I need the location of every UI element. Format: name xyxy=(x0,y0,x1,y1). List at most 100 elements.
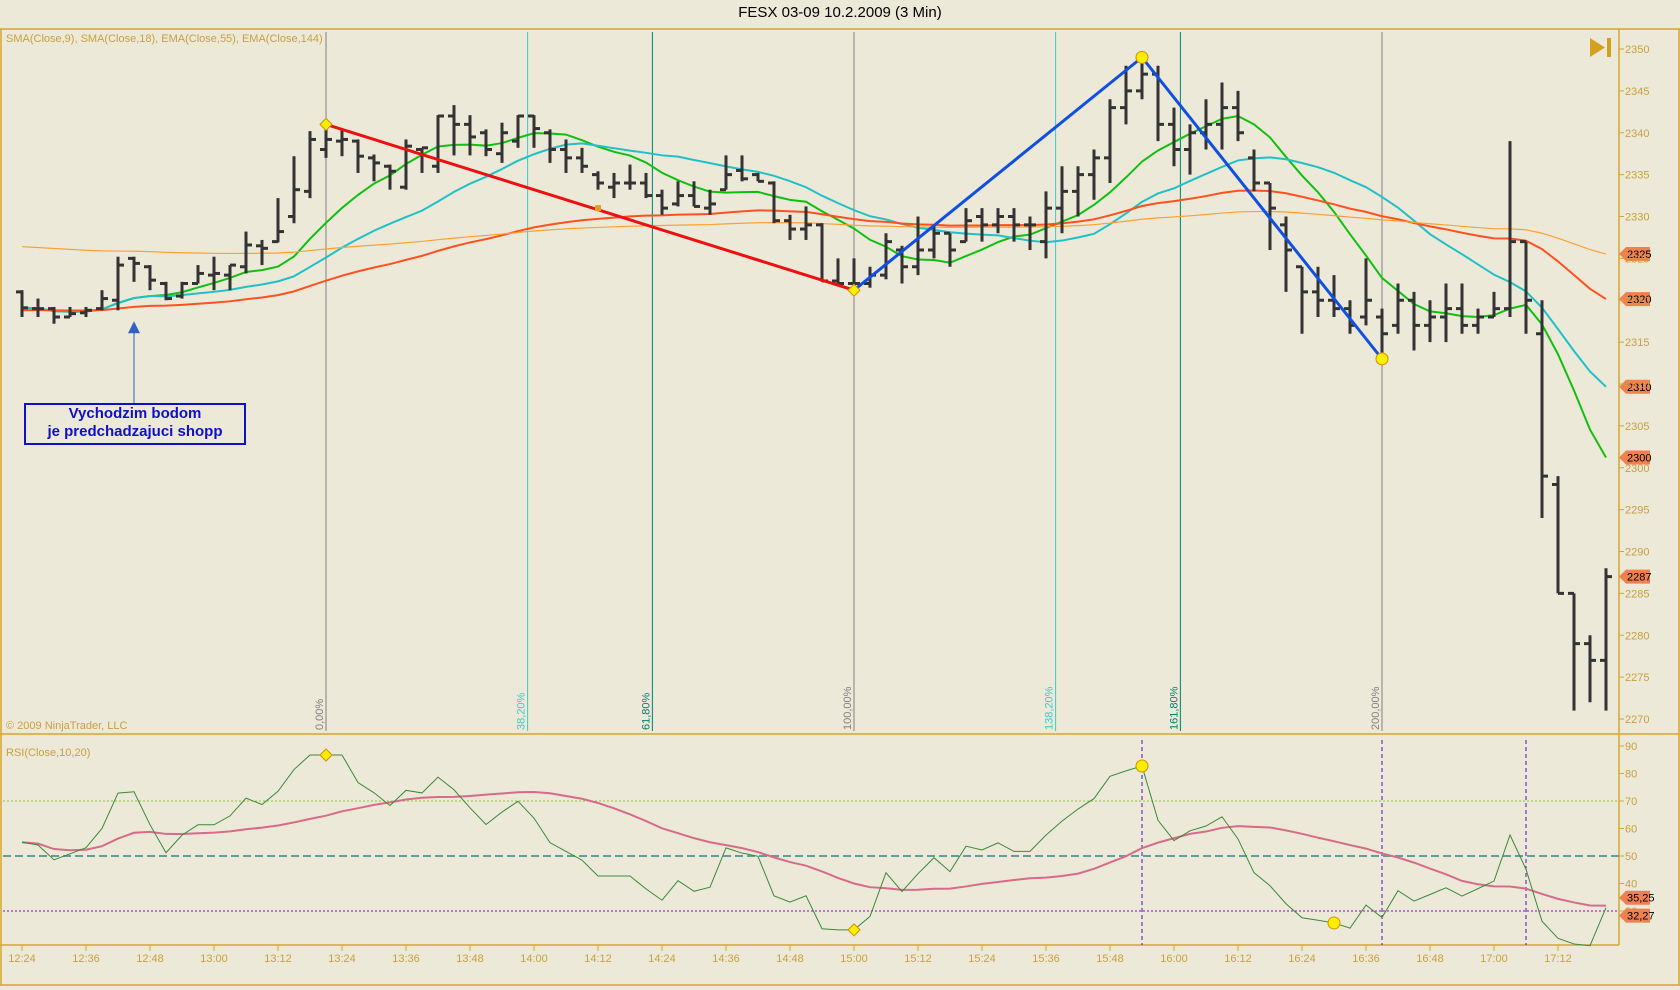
ohlc-bar xyxy=(480,129,492,157)
price-tick-label: 2310 xyxy=(1625,379,1649,391)
annotation-line1: Vychodzim bodom xyxy=(68,405,202,422)
swing-midpoint-handle xyxy=(595,205,601,212)
time-tick-label: 17:12 xyxy=(1544,953,1572,965)
ohlc-bar xyxy=(1104,99,1116,183)
ohlc-bar xyxy=(304,131,316,199)
ma-line-ema144 xyxy=(21,210,1607,255)
ohlc-bar xyxy=(144,265,156,291)
time-tick-label: 13:12 xyxy=(264,953,292,965)
axes: 2300 2310 2320 2325 2287 2270 2275 2280 2285 2290… xyxy=(8,44,1654,965)
fib-time-label: 138,20% xyxy=(1044,686,1056,730)
ohlc-bar xyxy=(1280,216,1292,292)
ohlc-bar xyxy=(592,171,604,190)
tag-text: 35,25 xyxy=(1627,893,1655,905)
fib-time-label: 38,20% xyxy=(516,692,528,730)
price-tick-label: 2340 xyxy=(1625,128,1649,140)
time-tick-label: 14:24 xyxy=(648,953,676,965)
tag-text: 32,27 xyxy=(1627,911,1655,923)
ohlc-bar xyxy=(192,265,204,285)
ohlc-bar xyxy=(1088,149,1100,200)
rsi-tick-label: 60 xyxy=(1625,824,1637,836)
ohlc-bar xyxy=(768,181,780,224)
price-tick-label: 2285 xyxy=(1625,588,1649,600)
swing-lines[interactable] xyxy=(128,50,1389,403)
ohlc-bar xyxy=(832,258,844,285)
ohlc-bar xyxy=(1568,591,1580,711)
price-tick-label: 2275 xyxy=(1625,672,1649,684)
ohlc-bar xyxy=(1296,265,1308,334)
ohlc-bar xyxy=(464,115,476,156)
ohlc-bar xyxy=(1424,300,1436,343)
ohlc-bar xyxy=(432,114,444,173)
rsi-tick-label: 40 xyxy=(1625,879,1637,891)
ohlc-bar xyxy=(624,164,636,190)
time-tick-label: 14:00 xyxy=(520,953,548,965)
fib-time-label: 161,80% xyxy=(1168,686,1180,730)
ohlc-bar xyxy=(752,172,764,183)
time-tick-label: 16:00 xyxy=(1160,953,1188,965)
skip-to-end-icon[interactable] xyxy=(1590,38,1611,57)
swing-high-marker xyxy=(1135,50,1149,64)
time-tick-label: 15:48 xyxy=(1096,953,1124,965)
ohlc-bar xyxy=(336,129,348,157)
time-tick-label: 14:12 xyxy=(584,953,612,965)
ohlc-bar xyxy=(368,154,380,182)
price-tick-label: 2270 xyxy=(1625,714,1649,726)
annotation-box[interactable]: Vychodzim bodom je predchadzajuci shopp xyxy=(24,403,246,445)
rsi-tick-label: 50 xyxy=(1625,851,1637,863)
time-tick-label: 15:12 xyxy=(904,953,932,965)
price-tick-label: 2280 xyxy=(1625,630,1649,642)
price-tick-label: 2350 xyxy=(1625,44,1649,56)
ohlc-bar xyxy=(1456,283,1468,334)
time-tick-label: 15:24 xyxy=(968,953,996,965)
rsi-swing-marker xyxy=(1327,916,1341,930)
ohlc-bar xyxy=(160,281,172,301)
rsi-swing-marker xyxy=(1135,759,1149,773)
price-tick-label: 2295 xyxy=(1625,505,1649,517)
ohlc-bar xyxy=(1248,149,1260,192)
time-tick-label: 16:36 xyxy=(1352,953,1380,965)
moving-averages xyxy=(21,114,1607,459)
ohlc-bar xyxy=(16,290,28,317)
swing-low-marker xyxy=(1375,352,1389,366)
last-price-tag: 2287 xyxy=(1619,569,1651,584)
price-tick-label: 2300 xyxy=(1625,463,1649,475)
rsi-indicator-label: RSI(Close,10,20) xyxy=(6,747,90,759)
ohlc-bar xyxy=(576,147,588,173)
ohlc-bar xyxy=(1360,258,1372,326)
ohlc-bar xyxy=(256,239,268,266)
ohlc-bar xyxy=(240,231,252,274)
price-tick-label: 2290 xyxy=(1625,547,1649,559)
price-tick-label: 2325 xyxy=(1625,253,1649,265)
ohlc-bar xyxy=(1408,291,1420,351)
rsi-average-tag: 35,25 xyxy=(1619,890,1655,905)
ohlc-bar xyxy=(640,172,652,199)
annotation-arrow-icon xyxy=(128,321,140,334)
time-tick-label: 15:36 xyxy=(1032,953,1060,965)
rsi-line xyxy=(21,754,1607,947)
ohlc-bar xyxy=(704,189,716,215)
tag-text: 2287 xyxy=(1627,572,1651,584)
time-tick-label: 13:00 xyxy=(200,953,228,965)
ohlc-bar xyxy=(1600,568,1612,711)
rsi-value-tag: 32,27 xyxy=(1619,908,1655,923)
ma-line-ema55 xyxy=(21,189,1607,312)
price-bars xyxy=(16,57,1612,711)
ohlc-bar xyxy=(352,139,364,173)
chart-canvas[interactable]: 0,00% 38,20% 61,80% 100,00% 138,20% 161,80% 20… xyxy=(0,0,1680,990)
ohlc-bar xyxy=(80,306,92,317)
time-tick-label: 14:36 xyxy=(712,953,740,965)
time-tick-label: 12:48 xyxy=(136,953,164,965)
rsi-swing-marker xyxy=(847,923,861,937)
price-tick-label: 2335 xyxy=(1625,170,1649,182)
time-tick-label: 13:36 xyxy=(392,953,420,965)
ohlc-bar xyxy=(32,298,44,317)
rsi-tick-label: 70 xyxy=(1625,796,1637,808)
time-tick-label: 12:24 xyxy=(8,953,36,965)
ohlc-bar xyxy=(1072,166,1084,217)
price-tick-label: 2305 xyxy=(1625,421,1649,433)
time-tick-label: 15:00 xyxy=(840,953,868,965)
ohlc-bar xyxy=(1392,283,1404,334)
ohlc-bar xyxy=(608,172,620,199)
ohlc-bar xyxy=(992,208,1004,234)
